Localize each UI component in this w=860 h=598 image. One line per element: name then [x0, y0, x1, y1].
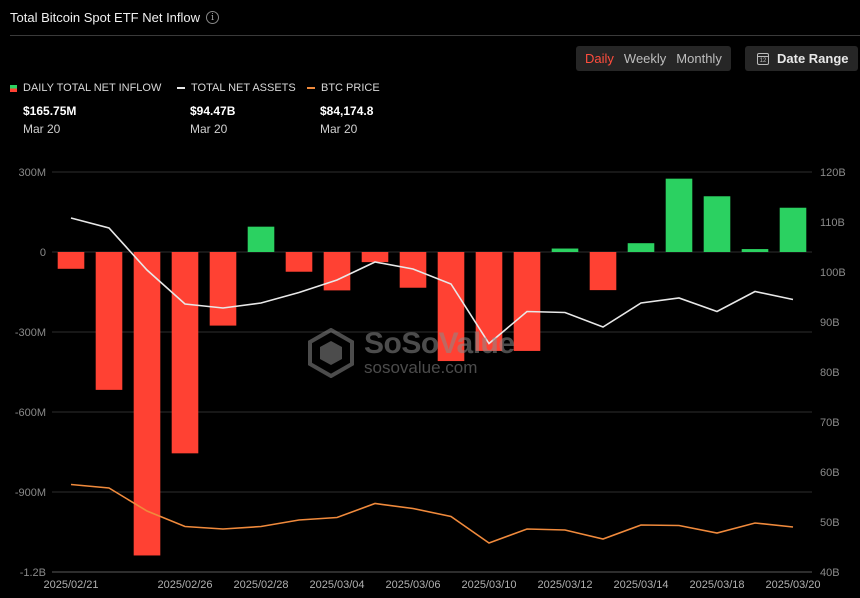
sosovalue-logo-icon	[308, 328, 354, 378]
inflow-bar	[171, 252, 199, 454]
right-axis-tick-label: 40B	[820, 567, 840, 579]
inflow-bar	[133, 252, 161, 556]
btc-price-line	[70, 483, 794, 544]
left-axis-tick-label: -300M	[15, 327, 46, 339]
x-axis-tick-label: 2025/02/28	[233, 579, 288, 591]
right-axis-tick-label: 80B	[820, 367, 840, 379]
right-axis-tick-label: 100B	[820, 267, 846, 279]
inflow-bar	[513, 252, 541, 351]
right-axis-tick-label: 120B	[820, 167, 846, 179]
inflow-bar	[399, 252, 427, 288]
inflow-bar	[323, 252, 351, 291]
left-axis-tick-label: 0	[40, 247, 46, 259]
x-axis-tick-label: 2025/03/14	[613, 579, 668, 591]
x-axis-tick-label: 2025/02/21	[43, 579, 98, 591]
watermark-brand: SoSoValue	[364, 327, 515, 360]
x-axis-tick-label: 2025/03/18	[689, 579, 744, 591]
x-axis-tick-label: 2025/03/20	[765, 579, 820, 591]
inflow-bar	[627, 243, 655, 252]
right-axis-tick-label: 110B	[820, 217, 845, 229]
inflow-bar	[665, 178, 693, 252]
x-axis-tick-label: 2025/03/10	[461, 579, 516, 591]
x-axis-tick-label: 2025/03/06	[385, 579, 440, 591]
left-axis-tick-label: 300M	[18, 167, 46, 179]
right-axis-tick-label: 60B	[820, 467, 840, 479]
right-axis-tick-label: 50B	[820, 517, 840, 529]
x-axis-tick-label: 2025/03/04	[309, 579, 364, 591]
chart-canvas[interactable]: 300M 0 -300M -600M -900M -1.2B 120B 110B 100B 90B…	[0, 0, 860, 598]
inflow-bar	[285, 252, 313, 272]
left-axis-tick-label: -1.2B	[20, 567, 46, 579]
inflow-bar	[361, 252, 389, 263]
x-axis-tick-label: 2025/03/12	[537, 579, 592, 591]
watermark-url: sosovalue.com	[364, 358, 478, 377]
inflow-bar	[57, 252, 85, 269]
inflow-bar	[95, 252, 123, 390]
inflow-bar	[247, 226, 275, 252]
inflow-bar	[209, 252, 237, 326]
inflow-bar	[741, 249, 769, 252]
inflow-bar	[703, 196, 731, 252]
left-axis-tick-label: -600M	[15, 407, 46, 419]
x-axis-tick-label: 2025/02/26	[157, 579, 212, 591]
inflow-bar	[779, 207, 807, 252]
inflow-bar	[589, 252, 617, 291]
left-axis-tick-label: -900M	[15, 487, 46, 499]
inflow-bar	[551, 248, 579, 252]
right-axis-tick-label: 90B	[820, 317, 840, 329]
right-axis-tick-label: 70B	[820, 417, 840, 429]
watermark: SoSoValue sosovalue.com	[308, 328, 515, 378]
